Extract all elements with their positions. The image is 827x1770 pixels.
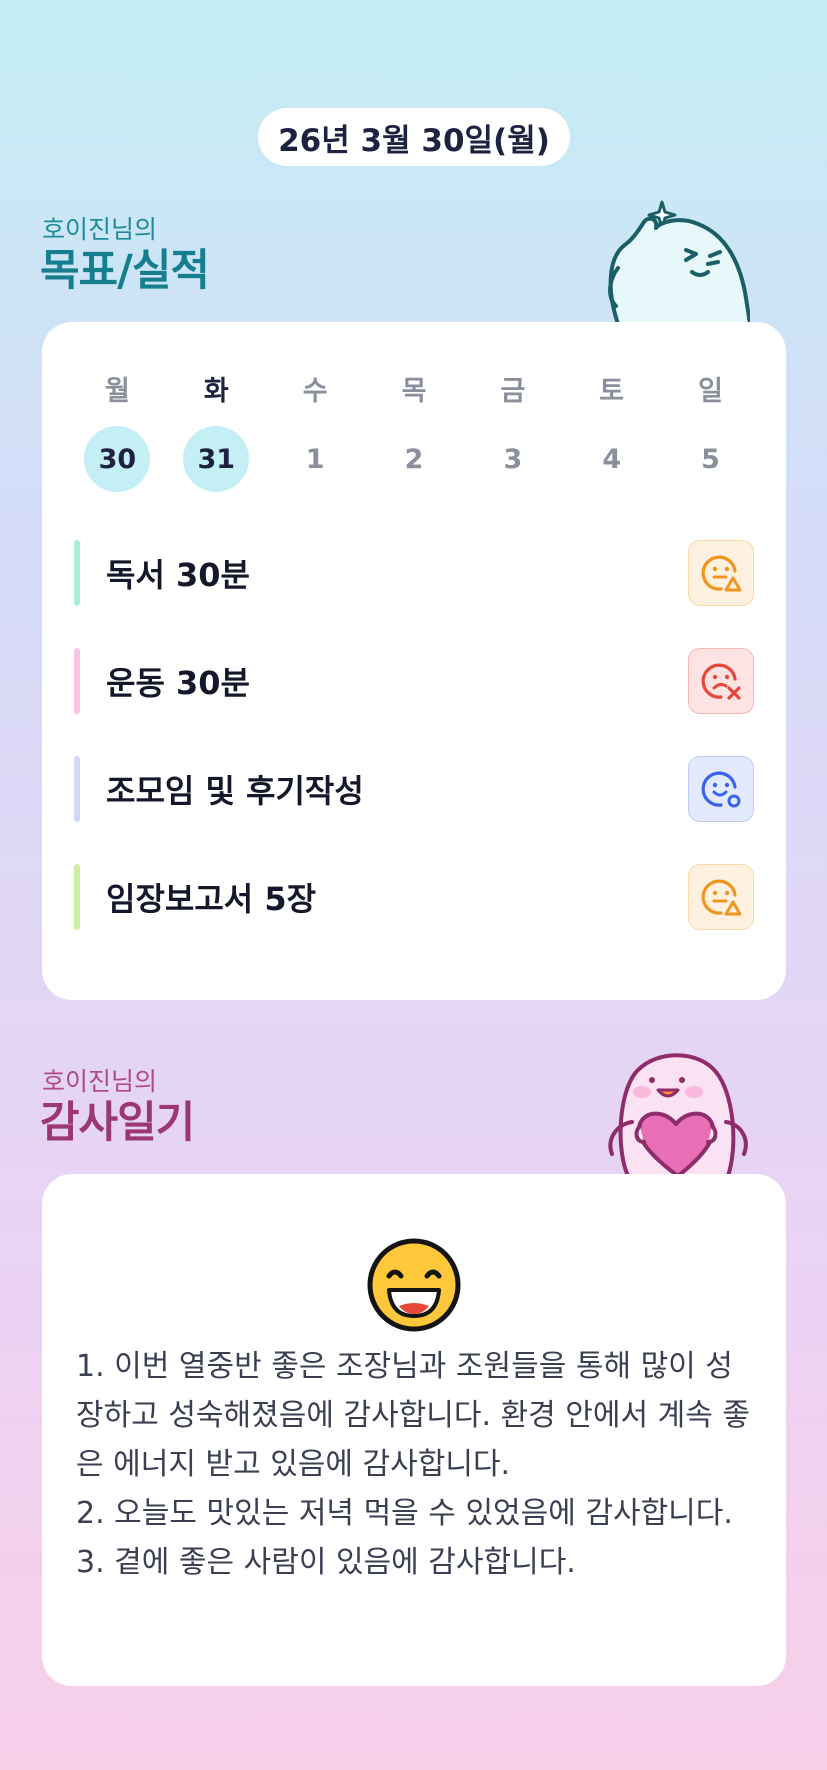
gratitude-card: 1. 이번 열중반 좋은 조장님과 조원들을 통해 많이 성장하고 성숙해졌음에… (42, 1174, 786, 1686)
date-pill[interactable]: 26년 3월 30일(월) (258, 108, 570, 166)
status-smile-circle-icon[interactable] (688, 756, 754, 822)
day-fri[interactable]: 금 3 (463, 374, 562, 492)
goal-label: 독서 30분 (106, 556, 250, 594)
day-wed[interactable]: 수 1 (266, 374, 365, 492)
day-tue[interactable]: 화 31 (167, 374, 266, 492)
goal-label: 임장보고서 5장 (106, 880, 317, 918)
gratitude-line: 1. 이번 열중반 좋은 조장님과 조원들을 통해 많이 성장하고 성숙해졌음에… (76, 1349, 750, 1482)
gratitude-line: 2. 오늘도 맛있는 저녁 먹을 수 있었음에 감사합니다. (76, 1496, 733, 1531)
day-sat[interactable]: 토 4 (562, 374, 661, 492)
goals-title: 목표/실적 (40, 246, 210, 296)
goal-color-bar (74, 756, 80, 822)
gratitude-text: 1. 이번 열중반 좋은 조장님과 조원들을 통해 많이 성장하고 성숙해졌음에… (76, 1342, 752, 1587)
day-date: 2 (404, 443, 424, 475)
goals-card: 월 30 화 31 수 1 목 2 금 3 토 4 일 5 독서 30분 운동 … (42, 322, 786, 1000)
day-name: 월 (105, 376, 130, 407)
gratitude-title: 감사일기 (40, 1098, 195, 1148)
day-date: 3 (503, 443, 523, 475)
goal-label: 운동 30분 (106, 664, 250, 702)
day-date: 30 (84, 426, 151, 492)
day-mon[interactable]: 월 30 (68, 374, 167, 492)
day-name: 일 (698, 376, 723, 407)
smile-circle-icon (701, 771, 741, 808)
day-date: 5 (701, 443, 720, 475)
day-name: 금 (500, 376, 526, 407)
day-name: 토 (599, 376, 625, 407)
status-frown-x-icon[interactable] (688, 648, 754, 714)
frown-x-icon (701, 663, 741, 700)
goal-row[interactable]: 독서 30분 (74, 540, 754, 606)
status-smile-triangle-icon[interactable] (688, 864, 754, 930)
day-date: 31 (183, 426, 250, 492)
smile-triangle-icon (701, 555, 742, 592)
week-calendar: 월 30 화 31 수 1 목 2 금 3 토 4 일 5 (68, 374, 760, 492)
goal-color-bar (74, 648, 80, 714)
grinning-face-icon (367, 1238, 461, 1332)
day-date: 1 (305, 443, 325, 475)
goal-row[interactable]: 조모임 및 후기작성 (74, 756, 754, 822)
day-date: 4 (602, 443, 622, 475)
day-thu[interactable]: 목 2 (365, 374, 464, 492)
goal-row[interactable]: 임장보고서 5장 (74, 864, 754, 930)
mascot-thumbs-up-illustration (608, 200, 750, 324)
day-name: 목 (401, 376, 427, 407)
goal-row[interactable]: 운동 30분 (74, 648, 754, 714)
goal-color-bar (74, 864, 80, 930)
gratitude-line: 3. 곁에 좋은 사람이 있음에 감사합니다. (76, 1545, 576, 1580)
day-name: 수 (302, 376, 328, 407)
mascot-heart-illustration (608, 1053, 748, 1176)
goal-label: 조모임 및 후기작성 (106, 772, 364, 810)
day-name: 화 (203, 376, 229, 407)
goal-color-bar (74, 540, 80, 606)
smile-triangle-icon (701, 879, 742, 916)
status-smile-triangle-icon[interactable] (688, 540, 754, 606)
day-sun[interactable]: 일 5 (661, 374, 760, 492)
